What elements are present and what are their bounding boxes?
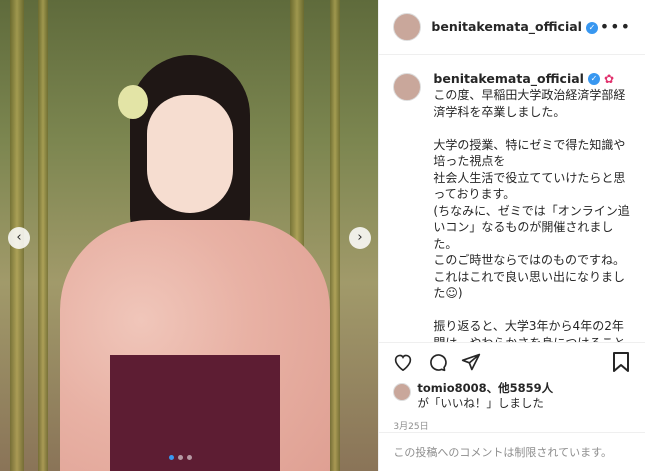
post-date[interactable]: 3月25日: [379, 411, 645, 432]
face-shape: [147, 95, 233, 213]
comment-restricted-bar: この投稿へのコメントは制限されています。: [379, 432, 645, 471]
carousel-dot-active: [169, 455, 174, 460]
username-text: benitakemata_official: [431, 19, 582, 35]
avatar[interactable]: [393, 12, 422, 41]
share-icon[interactable]: [461, 352, 481, 372]
liker-avatar[interactable]: [393, 383, 412, 402]
bamboo-decor: [38, 0, 48, 471]
hakama-shape: [110, 355, 280, 471]
action-bar: [379, 343, 645, 381]
likes-summary: tomio8008、他5859人 が「いいね！」しました: [379, 381, 645, 411]
username-link[interactable]: benitakemata_official ✓: [431, 19, 598, 34]
more-options-icon[interactable]: •••: [600, 17, 631, 36]
bamboo-decor: [330, 0, 340, 471]
comment-icon[interactable]: [427, 352, 448, 372]
heart-icon[interactable]: [393, 352, 413, 372]
hair-flower: [118, 85, 148, 119]
instagram-post: ‹ › benitakemata_official ✓ ••• benitakem…: [0, 0, 645, 471]
flower-emoji-icon: ✿: [603, 71, 615, 86]
caption-area: benitakemata_official ✓ ✿ この度、早稲田大学政治経済学部経…: [379, 55, 645, 344]
likes-line-2: が「いいね！」しました: [417, 396, 544, 411]
verified-badge-icon: ✓: [585, 21, 598, 34]
carousel-dots: [169, 455, 192, 460]
comment-restricted-text: この投稿へのコメントは制限されています。: [393, 446, 612, 460]
person-figure: [60, 55, 330, 471]
carousel-dot: [178, 455, 183, 460]
carousel-next-button[interactable]: ›: [349, 227, 371, 249]
caption-text: この度、早稲田大学政治経済学部経済学科を卒業しました。 大学の授業、特にゼミで得…: [433, 88, 630, 344]
post-sidebar: benitakemata_official ✓ ••• benitakemata_…: [378, 0, 645, 471]
caption-avatar[interactable]: [393, 72, 422, 101]
caption-username[interactable]: benitakemata_official: [433, 71, 584, 86]
carousel-prev-button[interactable]: ‹: [8, 227, 30, 249]
verified-badge-icon: ✓: [587, 73, 600, 86]
post-header: benitakemata_official ✓ •••: [379, 0, 645, 55]
likes-line-1[interactable]: tomio8008、他5859人: [417, 381, 553, 396]
carousel-dot: [187, 455, 192, 460]
caption-block: benitakemata_official ✓ ✿ この度、早稲田大学政治経済学部経…: [433, 71, 631, 342]
bookmark-icon[interactable]: [611, 352, 631, 373]
post-photo[interactable]: ‹ ›: [0, 0, 379, 471]
